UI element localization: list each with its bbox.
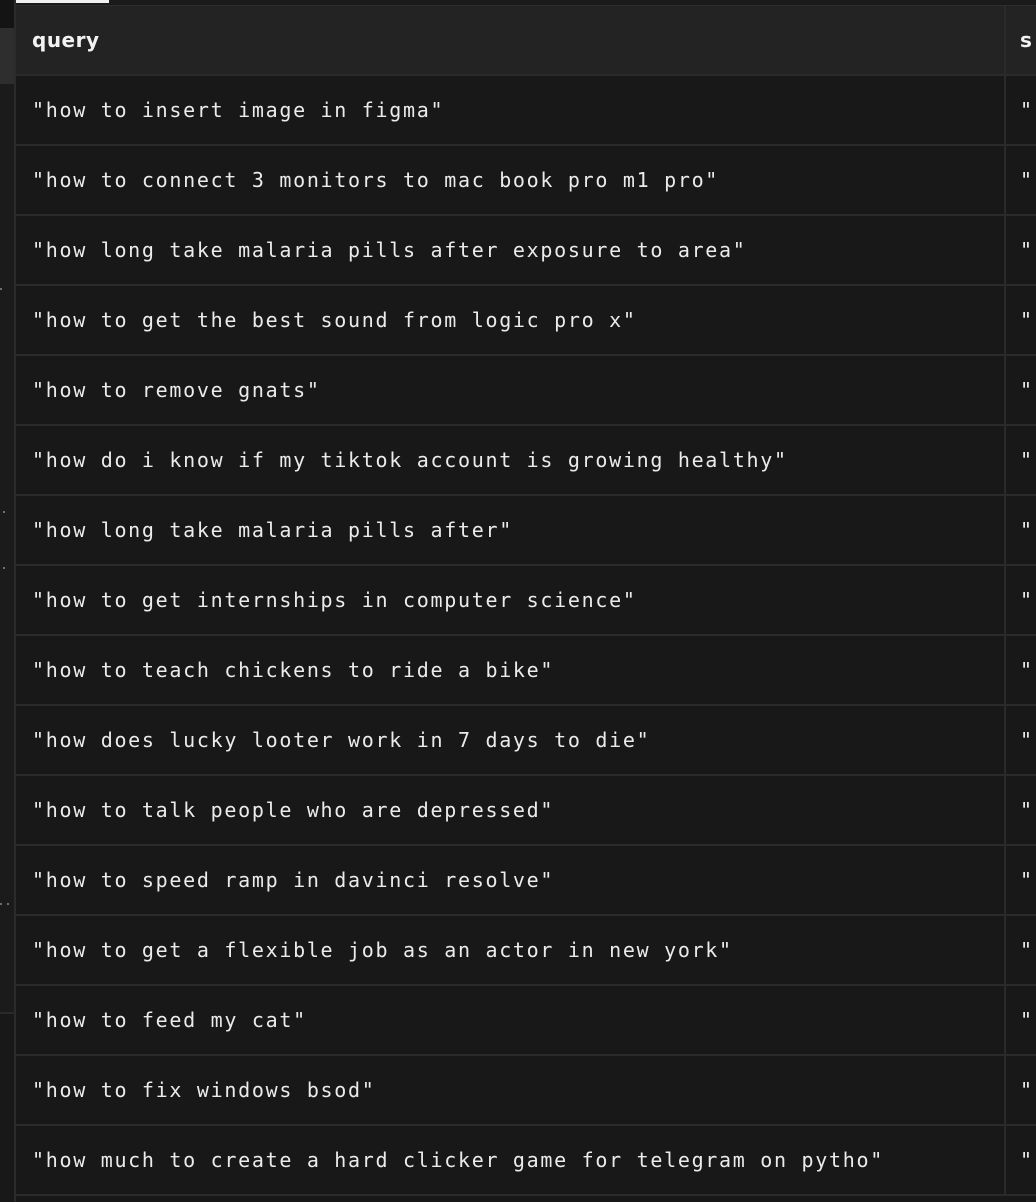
cell-query[interactable]: "how long take malaria pills after expos… (16, 215, 1006, 286)
cell-second[interactable]: " (1005, 565, 1036, 636)
cell-query[interactable]: "how do i know if my tiktok account is g… (16, 425, 1006, 496)
cell-query[interactable]: "how much to create a hard clicker game … (16, 1125, 1006, 1196)
sidebar-lower-panel (0, 1014, 14, 1202)
results-table-container: query s "how to insert image in figma" " "… (16, 0, 1036, 1202)
cell-query[interactable]: "how to get the best sound from logic pr… (16, 285, 1006, 356)
table-row[interactable]: "how do i know if my tiktok account is g… (16, 425, 1036, 496)
cell-second[interactable]: " (1005, 495, 1036, 566)
cell-second[interactable]: " (1005, 285, 1036, 356)
cell-query[interactable]: "how to insert image in figma" (16, 75, 1006, 146)
sidebar-dot-icon (3, 567, 5, 569)
table-row[interactable]: "how to get internships in computer scie… (16, 565, 1036, 636)
cell-second[interactable]: " (1005, 705, 1036, 776)
active-tab-indicator (16, 0, 109, 3)
left-sidebar (0, 0, 14, 1202)
sidebar-dot-icon (0, 903, 2, 905)
table-header-row: query s (16, 6, 1036, 76)
cell-second[interactable]: " (1005, 775, 1036, 846)
table-row[interactable]: "how to connect 3 monitors to mac book p… (16, 145, 1036, 216)
data-viewer: query s "how to insert image in figma" " "… (0, 0, 1036, 1202)
cell-second[interactable]: " (1005, 985, 1036, 1056)
cell-query[interactable]: "how to remove gnats" (16, 355, 1006, 426)
sidebar-scroll-thumb[interactable] (0, 28, 14, 84)
table-row[interactable]: "how long take malaria pills after expos… (16, 215, 1036, 286)
sidebar-top (0, 0, 14, 28)
cell-query[interactable]: "how does lucky looter work in 7 days to… (16, 705, 1006, 776)
cell-query[interactable]: "how to get internships in computer scie… (16, 565, 1006, 636)
table-row[interactable]: "how to talk people who are depressed" " (16, 775, 1036, 846)
sidebar-dot-icon (7, 903, 9, 905)
table-row[interactable]: "how to feed my cat" " (16, 985, 1036, 1056)
cell-second[interactable]: " (1005, 845, 1036, 916)
cell-second[interactable]: " (1005, 75, 1036, 146)
table-row[interactable]: "how to teach chickens to ride a bike" " (16, 635, 1036, 706)
table-row[interactable]: "how to get the best sound from logic pr… (16, 285, 1036, 356)
cell-second[interactable]: " (1005, 1125, 1036, 1196)
cell-query[interactable]: "how to get a flexible job as an actor i… (16, 915, 1006, 986)
table-row[interactable]: "how to speed ramp in davinci resolve" " (16, 845, 1036, 916)
table-row[interactable]: "how does lucky looter work in 7 days to… (16, 705, 1036, 776)
column-header-query[interactable]: query (16, 6, 1006, 76)
table-row[interactable]: "how to remove gnats" " (16, 355, 1036, 426)
cell-second[interactable]: " (1005, 215, 1036, 286)
table-row[interactable]: "how much to create a hard clicker game … (16, 1125, 1036, 1196)
cell-query[interactable]: "how to connect 3 monitors to mac book p… (16, 145, 1006, 216)
cell-second[interactable]: " (1005, 145, 1036, 216)
table-row[interactable]: "how to get a flexible job as an actor i… (16, 915, 1036, 986)
cell-second[interactable]: " (1005, 355, 1036, 426)
results-table: query s "how to insert image in figma" " "… (16, 6, 1036, 1196)
table-row[interactable]: "how to fix windows bsod" " (16, 1055, 1036, 1126)
table-row[interactable]: "how to insert image in figma" " (16, 75, 1036, 146)
cell-second[interactable]: " (1005, 915, 1036, 986)
column-header-second[interactable]: s (1005, 6, 1036, 76)
cell-query[interactable]: "how long take malaria pills after" (16, 495, 1006, 566)
cell-second[interactable]: " (1005, 1055, 1036, 1126)
cell-second[interactable]: " (1005, 425, 1036, 496)
cell-query[interactable]: "how to teach chickens to ride a bike" (16, 635, 1006, 706)
sidebar-dot-icon (0, 288, 2, 290)
cell-query[interactable]: "how to talk people who are depressed" (16, 775, 1006, 846)
table-row[interactable]: "how long take malaria pills after" " (16, 495, 1036, 566)
cell-second[interactable]: " (1005, 635, 1036, 706)
cell-query[interactable]: "how to speed ramp in davinci resolve" (16, 845, 1006, 916)
table-body: "how to insert image in figma" " "how to c… (16, 75, 1036, 1196)
cell-query[interactable]: "how to feed my cat" (16, 985, 1006, 1056)
sidebar-dot-icon (3, 511, 5, 513)
cell-query[interactable]: "how to fix windows bsod" (16, 1055, 1006, 1126)
